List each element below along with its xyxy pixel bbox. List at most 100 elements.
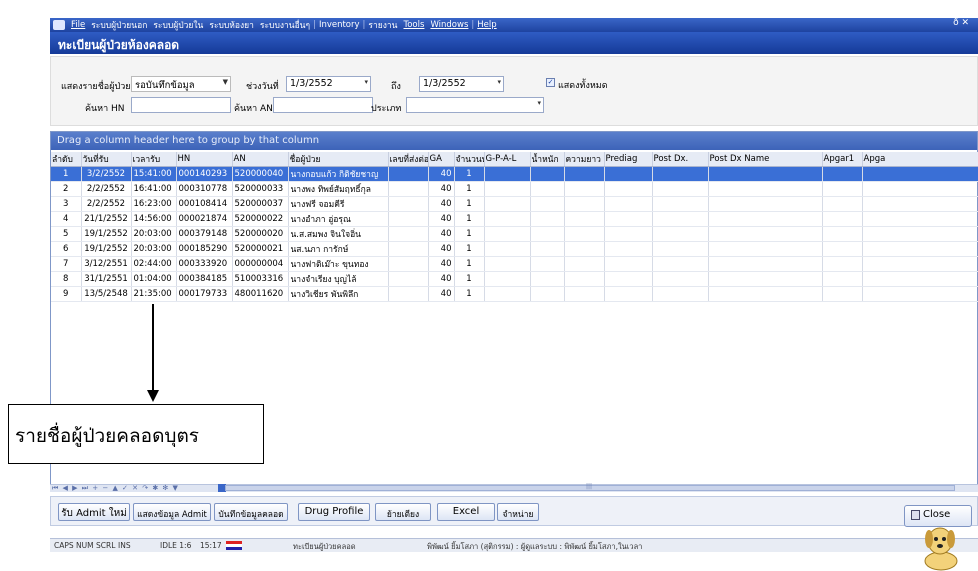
table-cell[interactable]	[564, 196, 605, 212]
table-cell[interactable]	[604, 166, 653, 182]
table-cell[interactable]: 2/2/2552	[81, 196, 132, 212]
table-cell[interactable]: 19/1/2552	[81, 226, 132, 242]
table-cell[interactable]: 000384185	[176, 271, 233, 287]
table-row[interactable]: 1 3/2/2552 15:41:00 000140293 520000040 นางกอ…	[51, 166, 978, 182]
table-cell[interactable]: 01:04:00	[131, 271, 177, 287]
save-birth-button[interactable]: บันทึกข้อมูลคลอด	[214, 503, 288, 521]
table-cell[interactable]: 40	[428, 271, 455, 287]
show-patients-select[interactable]: รอบันทึกข้อมูล ▼	[131, 76, 231, 92]
table-cell[interactable]	[822, 241, 863, 257]
table-cell[interactable]	[708, 226, 823, 242]
table-cell[interactable]: 000310778	[176, 181, 233, 197]
table-cell[interactable]: 000179733	[176, 286, 233, 302]
drug-profile-button[interactable]: Drug Profile	[298, 503, 370, 521]
table-cell[interactable]	[484, 256, 531, 272]
table-cell[interactable]	[484, 241, 531, 257]
table-cell[interactable]	[530, 181, 565, 197]
column-header-0[interactable]: ลำดับ	[51, 152, 82, 167]
table-cell[interactable]	[604, 256, 653, 272]
table-cell[interactable]	[708, 241, 823, 257]
table-cell[interactable]: 2/2/2552	[81, 181, 132, 197]
date-from-input[interactable]: 1/3/2552 ▾	[286, 76, 371, 92]
table-cell[interactable]: 000185290	[176, 241, 233, 257]
table-cell[interactable]	[862, 166, 978, 182]
table-cell[interactable]: 000140293	[176, 166, 233, 182]
table-cell[interactable]	[822, 286, 863, 302]
column-header-10[interactable]: น้ำหนัก	[530, 152, 565, 167]
column-header-15[interactable]: Apgar1	[822, 152, 863, 167]
table-cell[interactable]	[530, 271, 565, 287]
table-cell[interactable]	[862, 271, 978, 287]
column-header-12[interactable]: Prediag	[604, 152, 653, 167]
table-cell[interactable]	[484, 196, 531, 212]
column-header-7[interactable]: GA	[428, 152, 455, 167]
table-cell[interactable]	[708, 286, 823, 302]
column-header-1[interactable]: วันที่รับ	[81, 152, 132, 167]
table-cell[interactable]	[564, 271, 605, 287]
table-cell[interactable]: 3/12/2551	[81, 256, 132, 272]
table-cell[interactable]: นางวิเชียร พันพิลึก	[288, 286, 389, 302]
table-cell[interactable]: 1	[454, 286, 485, 302]
table-cell[interactable]: นางฟาติเม๊าะ ขุนทอง	[288, 256, 389, 272]
search-an-input[interactable]	[273, 97, 373, 113]
table-cell[interactable]	[652, 226, 709, 242]
table-cell[interactable]	[604, 241, 653, 257]
table-cell[interactable]: 520000033	[232, 181, 289, 197]
show-admit-button[interactable]: แสดงข้อมูล Admit	[133, 503, 211, 521]
table-cell[interactable]: 15:41:00	[131, 166, 177, 182]
table-cell[interactable]	[652, 256, 709, 272]
table-cell[interactable]	[484, 271, 531, 287]
column-header-3[interactable]: HN	[176, 152, 233, 167]
table-cell[interactable]	[564, 211, 605, 227]
table-cell[interactable]: 19/1/2552	[81, 241, 132, 257]
table-cell[interactable]	[484, 181, 531, 197]
table-cell[interactable]: 13/5/2548	[81, 286, 132, 302]
table-cell[interactable]	[604, 181, 653, 197]
table-row[interactable]: 5 19/1/2552 20:03:00 000379148 520000020 น.ส.…	[51, 226, 978, 242]
table-cell[interactable]	[530, 226, 565, 242]
table-cell[interactable]	[484, 211, 531, 227]
table-cell[interactable]: 1	[454, 241, 485, 257]
menu-windows[interactable]: Windows	[427, 20, 471, 30]
table-cell[interactable]	[388, 166, 429, 182]
table-cell[interactable]	[708, 211, 823, 227]
date-to-input[interactable]: 1/3/2552 ▾	[419, 76, 504, 92]
table-cell[interactable]: 520000037	[232, 196, 289, 212]
discharge-button[interactable]: จำหน่าย	[497, 503, 539, 521]
table-cell[interactable]: 000379148	[176, 226, 233, 242]
table-cell[interactable]	[862, 211, 978, 227]
table-cell[interactable]: 20:03:00	[131, 241, 177, 257]
table-cell[interactable]	[604, 271, 653, 287]
table-cell[interactable]: 000021874	[176, 211, 233, 227]
table-cell[interactable]: 000108414	[176, 196, 233, 212]
table-cell[interactable]: 14:56:00	[131, 211, 177, 227]
table-cell[interactable]	[652, 286, 709, 302]
table-cell[interactable]	[822, 166, 863, 182]
grid-navigator[interactable]: ⏮ ◀ ▶ ⏭ + − ▲ ✓ ✕ ↷ ✱ ✻ ▼	[52, 484, 179, 493]
table-cell[interactable]	[484, 226, 531, 242]
table-cell[interactable]	[708, 271, 823, 287]
type-select[interactable]: ▾	[406, 97, 544, 113]
move-bed-button[interactable]: ย้ายเตียง	[375, 503, 431, 521]
table-cell[interactable]: 40	[428, 166, 455, 182]
table-cell[interactable]	[530, 166, 565, 182]
table-cell[interactable]: 1	[454, 166, 485, 182]
table-cell[interactable]: 480011620	[232, 286, 289, 302]
table-cell[interactable]: 40	[428, 181, 455, 197]
table-row[interactable]: 7 3/12/2551 02:44:00 000333920 000000004 นางฟ…	[51, 256, 978, 272]
table-cell[interactable]: 3	[51, 196, 82, 212]
scrollbar-thumb[interactable]: |||	[225, 483, 955, 491]
table-cell[interactable]	[708, 256, 823, 272]
excel-button[interactable]: Excel	[437, 503, 495, 521]
table-cell[interactable]	[604, 286, 653, 302]
table-cell[interactable]	[652, 241, 709, 257]
column-header-5[interactable]: ชื่อผู้ป่วย	[288, 152, 389, 167]
menu-tools[interactable]: Tools	[400, 20, 427, 30]
table-cell[interactable]: 40	[428, 196, 455, 212]
table-cell[interactable]	[708, 181, 823, 197]
table-cell[interactable]: 1	[51, 166, 82, 182]
table-cell[interactable]	[388, 181, 429, 197]
table-cell[interactable]	[652, 166, 709, 182]
table-cell[interactable]	[862, 256, 978, 272]
table-row[interactable]: 3 2/2/2552 16:23:00 000108414 520000037 นางฟร…	[51, 196, 978, 212]
